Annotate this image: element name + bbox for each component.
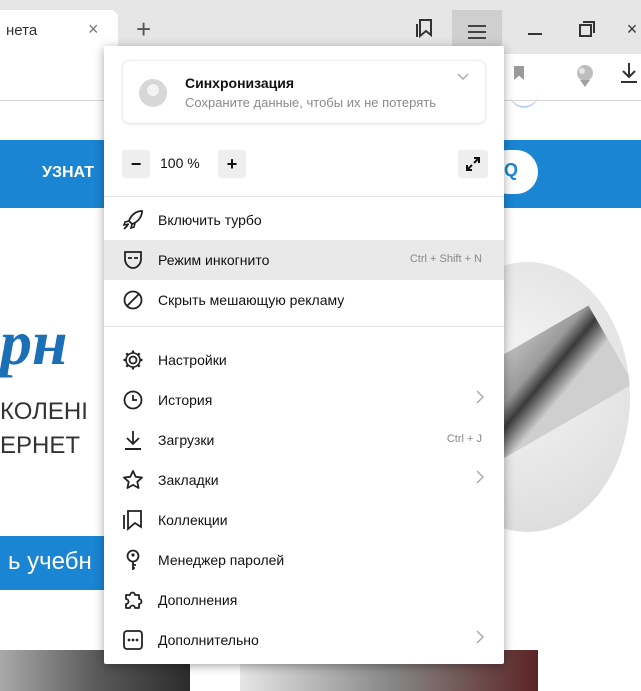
- menu-item-label: Дополнения: [158, 592, 238, 608]
- minimize-button[interactable]: [520, 14, 550, 44]
- menu-item-incognito[interactable]: Режим инкогнито Ctrl + Shift + N: [104, 240, 504, 280]
- more-icon: [123, 630, 143, 650]
- close-window-button[interactable]: ×: [622, 14, 641, 44]
- hamburger-icon: [468, 25, 486, 39]
- menu-item-label: Настройки: [158, 352, 227, 368]
- chevron-right-icon: [476, 470, 484, 484]
- menu-item-label: Режим инкогнито: [158, 252, 270, 268]
- menu-item-shortcut: Ctrl + J: [446, 433, 482, 445]
- learn-more-link[interactable]: УЗНАТ: [42, 164, 94, 182]
- collections-icon: [123, 510, 142, 531]
- site-subheading-line1: КОЛЕНІ: [0, 398, 88, 425]
- zoom-level: 100 %: [160, 155, 200, 171]
- key-icon: [126, 549, 140, 570]
- fullscreen-button[interactable]: [458, 150, 488, 178]
- zoom-out-button[interactable]: −: [122, 150, 150, 178]
- block-icon: [123, 290, 143, 310]
- menu-item-label: История: [158, 392, 213, 408]
- chevron-right-icon: [476, 630, 484, 644]
- address-bar-decoration: [510, 84, 538, 108]
- chevron-down-icon[interactable]: [457, 73, 469, 81]
- start-learning-label: ь учебн: [8, 548, 92, 575]
- tab-title: нета: [6, 22, 38, 39]
- collections-button[interactable]: [408, 14, 442, 44]
- zoom-controls: − 100 % +: [122, 150, 488, 180]
- menu-item-collections[interactable]: Коллекции: [104, 500, 504, 540]
- collections-icon: [416, 19, 432, 39]
- restore-icon: [579, 21, 595, 37]
- avatar: [139, 79, 167, 107]
- menu-item-password-manager[interactable]: Менеджер паролей: [104, 540, 504, 580]
- menu-item-turbo[interactable]: Включить турбо: [104, 200, 504, 240]
- download-icon: [125, 431, 141, 450]
- browser-main-menu: Синхронизация Сохраните данные, чтобы их…: [104, 46, 504, 664]
- menu-item-label: Коллекции: [158, 512, 228, 528]
- rocket-icon: [122, 210, 143, 230]
- menu-item-bookmarks[interactable]: Закладки: [104, 460, 504, 500]
- menu-item-extensions[interactable]: Дополнения: [104, 580, 504, 620]
- bookmark-icon[interactable]: [514, 66, 524, 80]
- menu-item-more[interactable]: Дополнительно: [104, 620, 504, 660]
- clock-icon: [123, 390, 143, 410]
- restore-button[interactable]: [572, 14, 602, 44]
- sync-subtitle: Сохраните данные, чтобы их не потерять: [185, 95, 436, 110]
- incognito-icon: [124, 251, 142, 269]
- search-icon: Q: [504, 160, 519, 180]
- menu-item-label: Скрыть мешающую рекламу: [158, 292, 345, 308]
- site-heading: рн: [0, 307, 68, 378]
- puzzle-icon: [125, 591, 143, 609]
- fullscreen-icon: [466, 157, 480, 171]
- menu-item-label: Загрузки: [158, 432, 215, 448]
- menu-item-block-ads[interactable]: Скрыть мешающую рекламу: [104, 280, 504, 320]
- downloads-icon[interactable]: [620, 62, 638, 84]
- start-learning-button[interactable]: ь учебн: [0, 536, 110, 590]
- menu-item-label: Дополнительно: [158, 632, 259, 648]
- minimize-icon: [528, 33, 542, 35]
- menu-item-shortcut: Ctrl + Shift + N: [409, 253, 482, 265]
- zoom-in-button[interactable]: +: [218, 150, 246, 178]
- menu-separator: [104, 196, 504, 197]
- sync-card[interactable]: Синхронизация Сохраните данные, чтобы их…: [122, 60, 486, 124]
- menu-item-settings[interactable]: Настройки: [104, 340, 504, 380]
- menu-item-downloads[interactable]: Загрузки Ctrl + J: [104, 420, 504, 460]
- menu-item-label: Менеджер паролей: [158, 552, 285, 568]
- menu-item-label: Включить турбо: [158, 212, 262, 228]
- new-tab-button[interactable]: +: [136, 16, 151, 42]
- browser-tab[interactable]: нета ×: [0, 10, 118, 54]
- star-icon: [123, 470, 143, 489]
- menu-separator: [104, 326, 504, 327]
- gear-icon: [123, 350, 143, 370]
- extension-icon[interactable]: [572, 62, 598, 88]
- chevron-right-icon: [476, 390, 484, 404]
- sync-title: Синхронизация: [185, 75, 295, 91]
- tab-close-icon[interactable]: ×: [88, 19, 99, 40]
- site-subheading-line2: ЕРНЕТ: [0, 432, 81, 459]
- menu-item-history[interactable]: История: [104, 380, 504, 420]
- menu-item-label: Закладки: [158, 472, 219, 488]
